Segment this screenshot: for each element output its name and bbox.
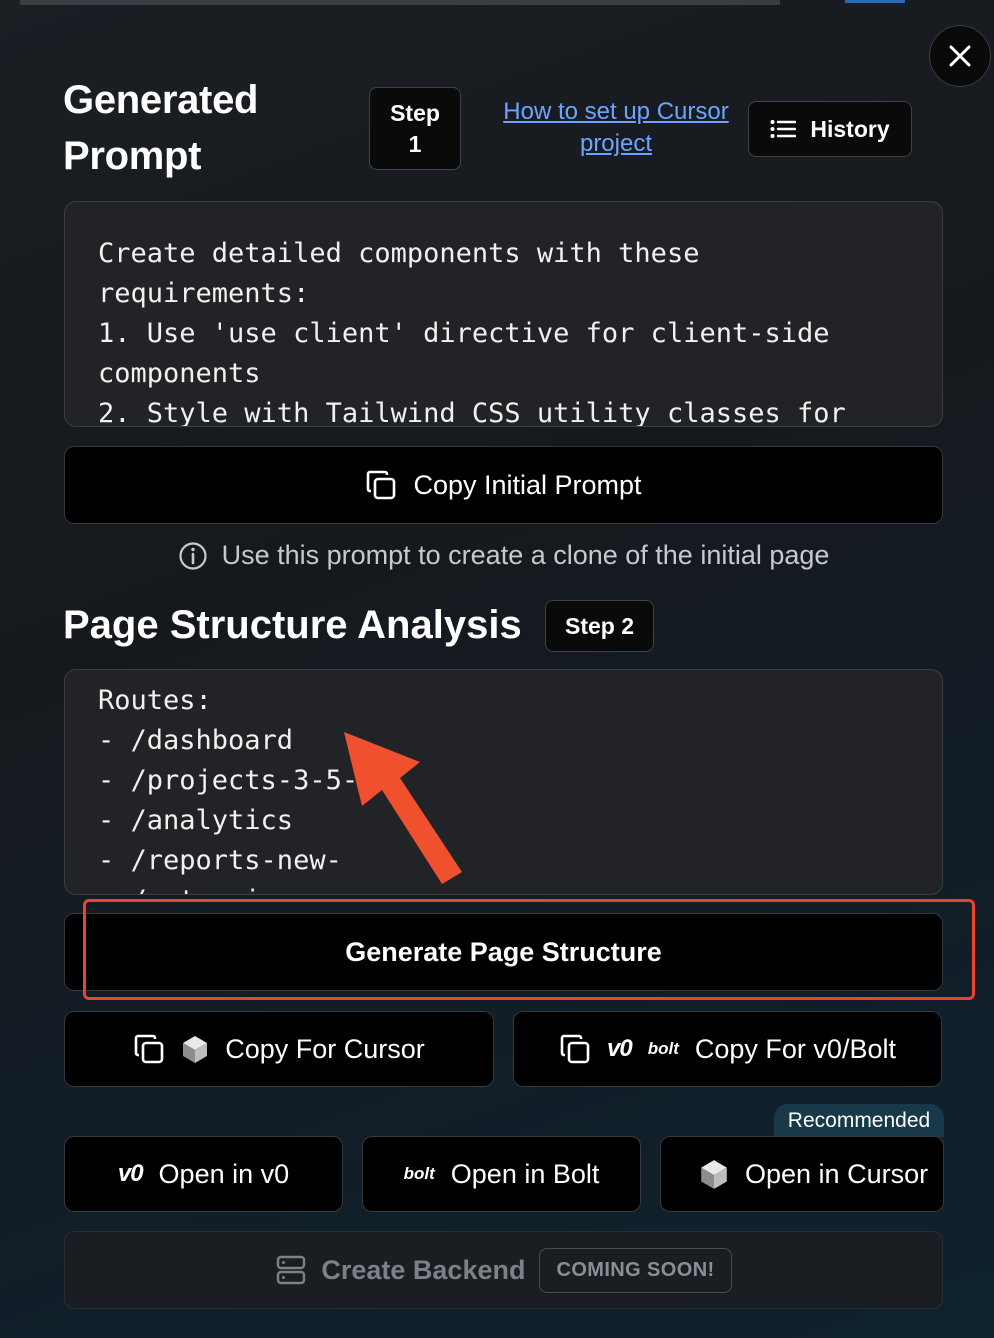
copy-for-cursor-button[interactable]: Copy For Cursor <box>64 1011 494 1087</box>
open-in-cursor-button[interactable]: Open in Cursor <box>660 1136 944 1212</box>
step-1-number: 1 <box>408 130 422 157</box>
copy-v0bolt-label: Copy For v0/Bolt <box>694 1033 896 1064</box>
v0-logo-icon: v0 <box>117 1160 144 1187</box>
open-in-v0-button[interactable]: v0 Open in v0 <box>64 1136 343 1212</box>
close-icon <box>949 45 971 67</box>
server-icon <box>277 1255 306 1285</box>
cursor-logo-icon <box>183 1036 208 1063</box>
generated-prompt-box[interactable]: Create detailed components with these re… <box>64 201 943 427</box>
copy-icon <box>560 1034 590 1064</box>
generate-page-structure-button[interactable]: Generate Page Structure <box>64 913 943 991</box>
structure-analysis-box[interactable]: Routes: - /dashboard - /projects-3-5- - … <box>64 669 943 895</box>
step-1-badge: Step 1 <box>369 87 461 170</box>
background-page-strip <box>20 0 780 5</box>
step-1-label: Step <box>390 99 440 126</box>
annotation-arrow <box>344 732 462 884</box>
section-title-structure: Page Structure Analysis <box>63 603 522 647</box>
cursor-logo-icon <box>701 1160 727 1189</box>
copy-cursor-label: Copy For Cursor <box>225 1033 425 1064</box>
history-label: History <box>810 115 890 142</box>
copy-icon <box>367 470 396 500</box>
cursor-setup-link[interactable]: How to set up Cursor project <box>488 96 744 160</box>
coming-soon-badge: COMING SOON! <box>539 1247 732 1293</box>
generate-label: Generate Page Structure <box>345 936 662 967</box>
step-2-badge: Step 2 <box>545 600 654 652</box>
recommended-badge: Recommended <box>774 1104 944 1137</box>
bolt-logo-icon: bolt <box>647 1039 679 1058</box>
history-button[interactable]: History <box>748 101 912 157</box>
open-bolt-label: Open in Bolt <box>450 1158 600 1189</box>
background-page-accent <box>845 0 905 3</box>
close-button[interactable] <box>929 25 991 87</box>
open-cursor-label: Open in Cursor <box>745 1158 929 1189</box>
hint-text: Use this prompt to create a clone of the… <box>221 540 830 570</box>
bolt-logo-icon: bolt <box>403 1164 435 1183</box>
list-icon <box>770 120 797 138</box>
copy-for-v0-bolt-button[interactable]: v0 bolt Copy For v0/Bolt <box>513 1011 942 1087</box>
v0-logo-icon: v0 <box>607 1035 633 1062</box>
open-v0-label: Open in v0 <box>158 1158 290 1189</box>
create-backend-button: Create Backend COMING SOON! <box>64 1231 943 1309</box>
copy-initial-prompt-button[interactable]: Copy Initial Prompt <box>64 446 943 524</box>
page-title: Generated Prompt <box>63 78 259 178</box>
open-in-bolt-button[interactable]: bolt Open in Bolt <box>362 1136 641 1212</box>
copy-icon <box>134 1034 164 1064</box>
backend-label: Create Backend <box>321 1254 526 1285</box>
copy-initial-label: Copy Initial Prompt <box>413 469 642 500</box>
prompt-hint: Use this prompt to create a clone of the… <box>64 540 943 571</box>
info-icon <box>178 541 207 570</box>
